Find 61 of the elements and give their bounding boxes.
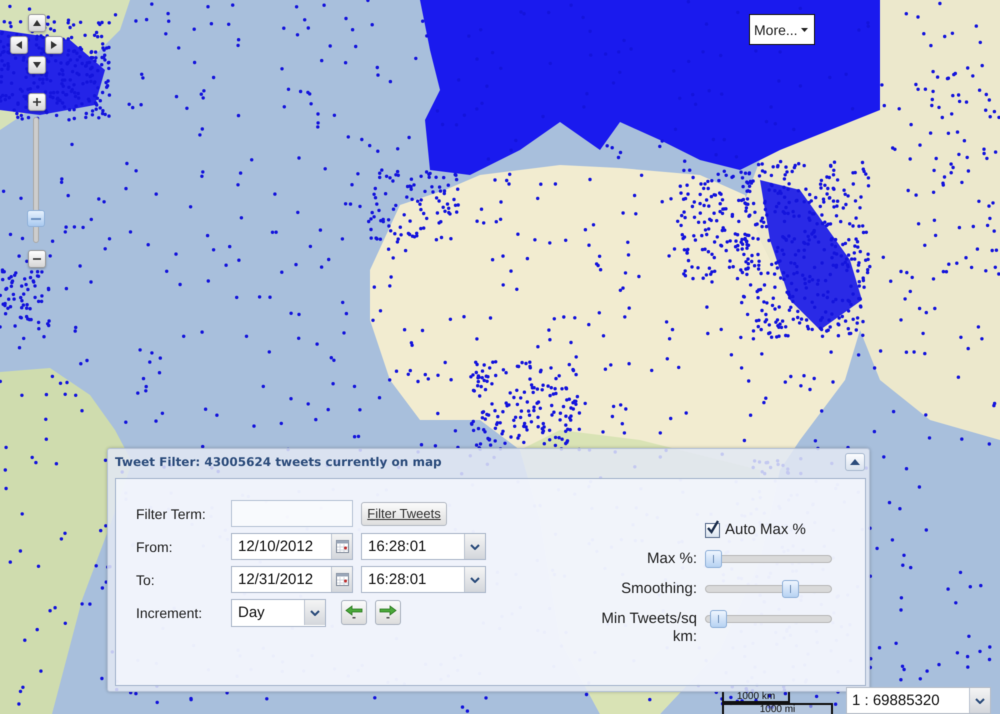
zoom-in-button[interactable] [28, 93, 46, 111]
auto-max-checkbox[interactable] [705, 520, 720, 538]
previous-button[interactable] [341, 600, 367, 625]
increment-label: Increment: [136, 604, 204, 620]
slider-thumb[interactable] [710, 610, 727, 628]
caret-up-icon [850, 459, 860, 465]
imperial-scale-bar: 1000 mi [722, 703, 833, 714]
dropdown-button[interactable] [464, 534, 485, 559]
right-arrow-icon [379, 605, 397, 620]
chevron-down-icon [470, 544, 480, 550]
dropdown-button[interactable] [304, 600, 325, 625]
pan-up-button[interactable] [28, 14, 46, 32]
metric-scale-bar: 1000 km [722, 692, 790, 703]
calendar-button[interactable] [331, 567, 352, 592]
plus-icon [33, 98, 41, 106]
panel-title: Tweet Filter: 43005624 tweets currently on map [115, 455, 442, 469]
triangle-left-icon [15, 41, 23, 49]
checkbox-label: Auto Max % [725, 521, 806, 538]
chevron-down-icon [470, 576, 480, 582]
calendar-icon [336, 540, 348, 553]
date-field[interactable]: 12/10/2012 [231, 533, 353, 560]
zoom-slider-thumb[interactable] [27, 210, 45, 227]
more-button[interactable]: More... [749, 14, 815, 45]
zoom-out-button[interactable] [28, 250, 46, 268]
filter-tweets-button[interactable]: Filter Tweets [361, 502, 447, 526]
slider-track[interactable] [705, 580, 832, 598]
triangle-down-icon [33, 61, 41, 69]
date-field[interactable]: 12/31/2012 [231, 566, 353, 593]
slider-thumb[interactable] [782, 580, 799, 598]
chevron-down-icon [310, 610, 320, 616]
minus-icon [33, 255, 41, 263]
next-button[interactable] [375, 600, 401, 625]
time-dropdown[interactable]: 16:28:01 [361, 566, 486, 593]
slider-label: Min Tweets/sq km: [600, 610, 697, 646]
calendar-button[interactable] [331, 534, 352, 559]
pan-down-button[interactable] [28, 56, 46, 74]
left-arrow-icon [345, 605, 363, 620]
caret-down-icon [800, 28, 808, 32]
increment-dropdown[interactable]: Day [231, 598, 326, 626]
date-label: From: [136, 538, 174, 554]
calendar-icon [336, 573, 348, 586]
filter-term-label: Filter Term: [136, 506, 207, 522]
time-dropdown[interactable]: 16:28:01 [361, 533, 486, 560]
dropdown-button[interactable] [464, 567, 485, 592]
date-label: To: [136, 572, 156, 588]
slider-track[interactable] [705, 550, 832, 568]
triangle-right-icon [50, 41, 58, 49]
checkmark-icon [706, 520, 719, 535]
dropdown-button[interactable] [969, 688, 990, 713]
filter-term-field[interactable] [231, 500, 353, 527]
slider-track[interactable] [705, 610, 832, 628]
pan-right-button[interactable] [45, 36, 63, 54]
scale-dropdown[interactable]: 1 : 69885320 [846, 687, 991, 714]
triangle-up-icon [33, 19, 41, 27]
chevron-down-icon [975, 698, 985, 704]
pan-left-button[interactable] [10, 36, 28, 54]
slider-label: Smoothing: [620, 580, 697, 598]
slider-thumb[interactable] [705, 550, 722, 568]
slider-label: Max %: [646, 550, 697, 568]
zoom-slider[interactable] [27, 117, 45, 243]
collapse-button[interactable] [845, 453, 865, 471]
